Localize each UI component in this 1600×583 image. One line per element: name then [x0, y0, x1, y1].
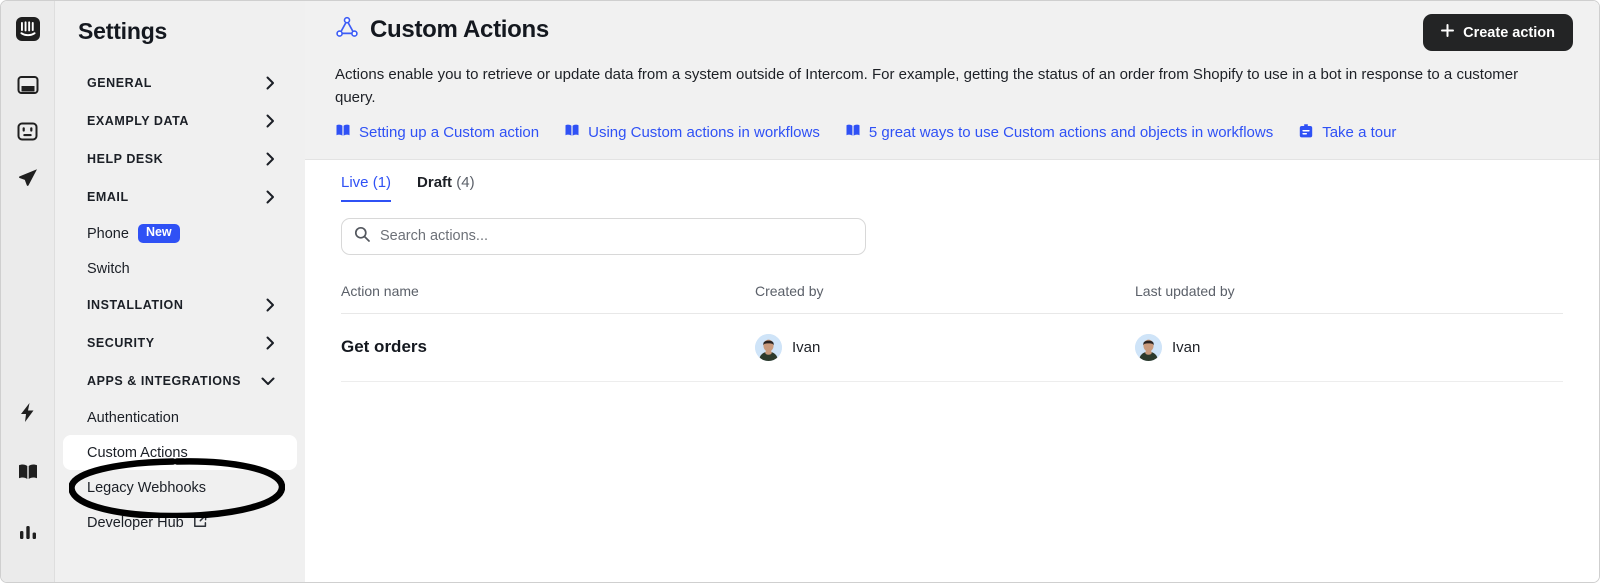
sidebar-item-label: EMAIL [87, 190, 129, 204]
sidebar-item-apps-and-integrations[interactable]: APPS & INTEGRATIONS [63, 362, 297, 400]
tickets-icon[interactable] [12, 115, 44, 147]
send-outbound-icon[interactable] [12, 161, 44, 193]
external-link-icon [193, 514, 207, 532]
column-header-last-updated-by: Last updated by [1135, 282, 1235, 299]
avatar [1135, 333, 1162, 361]
chevron-right-icon [266, 298, 275, 312]
page-header: Custom Actions Create action Actions ena… [305, 1, 1599, 160]
help-link-setting-up-custom-action[interactable]: Setting up a Custom action [335, 123, 539, 142]
sidebar-item-examply-data[interactable]: EXAMPLY DATA [63, 102, 297, 140]
sidebar-item-installation[interactable]: INSTALLATION [63, 286, 297, 324]
sidebar-item-general[interactable]: GENERAL [63, 64, 297, 102]
tab-live[interactable]: Live (1) [341, 173, 392, 202]
search-area [305, 202, 1599, 255]
inbox-icon[interactable] [12, 69, 44, 101]
table-body: Get orders Ivan Ivan [341, 314, 1563, 382]
custom-actions-graph-icon [335, 15, 359, 44]
create-action-button[interactable]: Create action [1423, 14, 1573, 51]
avatar [755, 333, 782, 361]
sidebar-item-switch[interactable]: Switch [63, 251, 297, 286]
table-row[interactable]: Get orders Ivan Ivan [341, 314, 1563, 382]
column-header-created-by: Created by [755, 282, 824, 299]
sidebar-item-label: GENERAL [87, 76, 152, 90]
page-title: Custom Actions [370, 15, 549, 43]
sidebar-item-security[interactable]: SECURITY [63, 324, 297, 362]
sidebar-item-help-desk[interactable]: HELP DESK [63, 140, 297, 178]
actions-table: Action name Created by Last updated by G… [341, 283, 1563, 382]
sidebar-item-label: HELP DESK [87, 152, 164, 166]
tour-clipboard-icon [1298, 123, 1314, 143]
rail-bottom-group [1, 396, 54, 548]
sidebar-item-developer-hub[interactable]: Developer Hub [63, 505, 297, 540]
sidebar-item-label: INSTALLATION [87, 298, 184, 312]
book-icon [335, 123, 351, 142]
user-name: Ivan [792, 338, 821, 356]
sidebar-item-label: EXAMPLY DATA [87, 114, 189, 128]
user-name: Ivan [1172, 338, 1201, 356]
book-icon [845, 123, 861, 142]
chevron-right-icon [266, 114, 275, 128]
app-icon-rail [1, 1, 55, 582]
help-link-label: Setting up a Custom action [359, 124, 540, 141]
table-header-row: Action name Created by Last updated by [341, 283, 1563, 314]
status-badge-new: New [137, 224, 180, 243]
search-input[interactable] [380, 228, 853, 244]
help-link-label: Take a tour [1322, 124, 1397, 141]
knowledge-book-icon[interactable] [12, 456, 44, 488]
sidebar-title: Settings [78, 18, 168, 44]
tab-draft-count: (4) [456, 173, 475, 191]
help-links: Setting up a Custom action Using Custom … [335, 123, 1573, 143]
chevron-right-icon [266, 76, 275, 90]
reports-bar-chart-icon[interactable] [12, 516, 44, 548]
cell-last-updated-by: Ivan [1135, 333, 1563, 361]
cell-created-by: Ivan [755, 333, 1135, 361]
tab-live-label: Live [341, 173, 369, 191]
chevron-right-icon [266, 190, 275, 204]
help-link-label: Using Custom actions in workflows [588, 124, 820, 141]
sidebar-item-label: Switch [87, 260, 130, 277]
sidebar-item-label: Custom Actions [87, 444, 188, 461]
tab-live-count: (1) [372, 173, 392, 191]
sidebar-item-label: Developer Hub [87, 514, 184, 531]
sidebar-item-custom-actions[interactable]: Custom Actions [63, 435, 297, 470]
tab-bar: Live (1) Draft (4) [305, 160, 1599, 202]
settings-nav: GENERAL EXAMPLY DATA HELP DESK EMAIL Pho… [55, 64, 305, 540]
help-link-label: 5 great ways to use Custom actions and o… [868, 124, 1274, 141]
tab-draft[interactable]: Draft (4) [417, 174, 475, 202]
sidebar-item-label: Authentication [87, 409, 179, 426]
sidebar-item-legacy-webhooks[interactable]: Legacy Webhooks [63, 470, 297, 505]
sidebar-item-label: Phone [87, 225, 129, 242]
chevron-right-icon [266, 152, 275, 166]
chevron-right-icon [266, 336, 275, 350]
search-icon [354, 226, 370, 247]
book-icon [564, 123, 580, 142]
sidebar-item-phone[interactable]: Phone New [63, 216, 297, 251]
column-header-action-name: Action name [341, 282, 419, 299]
help-link-5-great-ways[interactable]: 5 great ways to use Custom actions and o… [845, 123, 1273, 142]
search-box[interactable] [341, 217, 866, 255]
settings-custom-actions-page: Settings GENERAL EXAMPLY DATA HELP DESK … [0, 0, 1600, 583]
chevron-down-icon [261, 377, 275, 386]
intercom-logo-icon[interactable] [12, 13, 44, 45]
page-description: Actions enable you to retrieve or update… [335, 66, 1519, 107]
sidebar-item-authentication[interactable]: Authentication [63, 400, 297, 435]
settings-sidebar: Settings GENERAL EXAMPLY DATA HELP DESK … [55, 1, 305, 582]
sidebar-item-label: APPS & INTEGRATIONS [87, 374, 241, 388]
create-action-label: Create action [1463, 24, 1555, 41]
title-row: Custom Actions [335, 15, 1573, 44]
help-link-using-custom-actions-in-workflows[interactable]: Using Custom actions in workflows [564, 123, 820, 142]
main-content: Custom Actions Create action Actions ena… [305, 1, 1599, 582]
tab-draft-label: Draft [417, 173, 453, 191]
sidebar-item-email[interactable]: EMAIL [63, 178, 297, 216]
plus-icon [1441, 24, 1455, 41]
sidebar-item-label: SECURITY [87, 336, 155, 350]
sidebar-item-label: Legacy Webhooks [87, 479, 207, 496]
help-link-take-a-tour[interactable]: Take a tour [1298, 123, 1396, 143]
cell-action-name: Get orders [341, 337, 427, 356]
automation-lightning-icon[interactable] [12, 396, 44, 428]
